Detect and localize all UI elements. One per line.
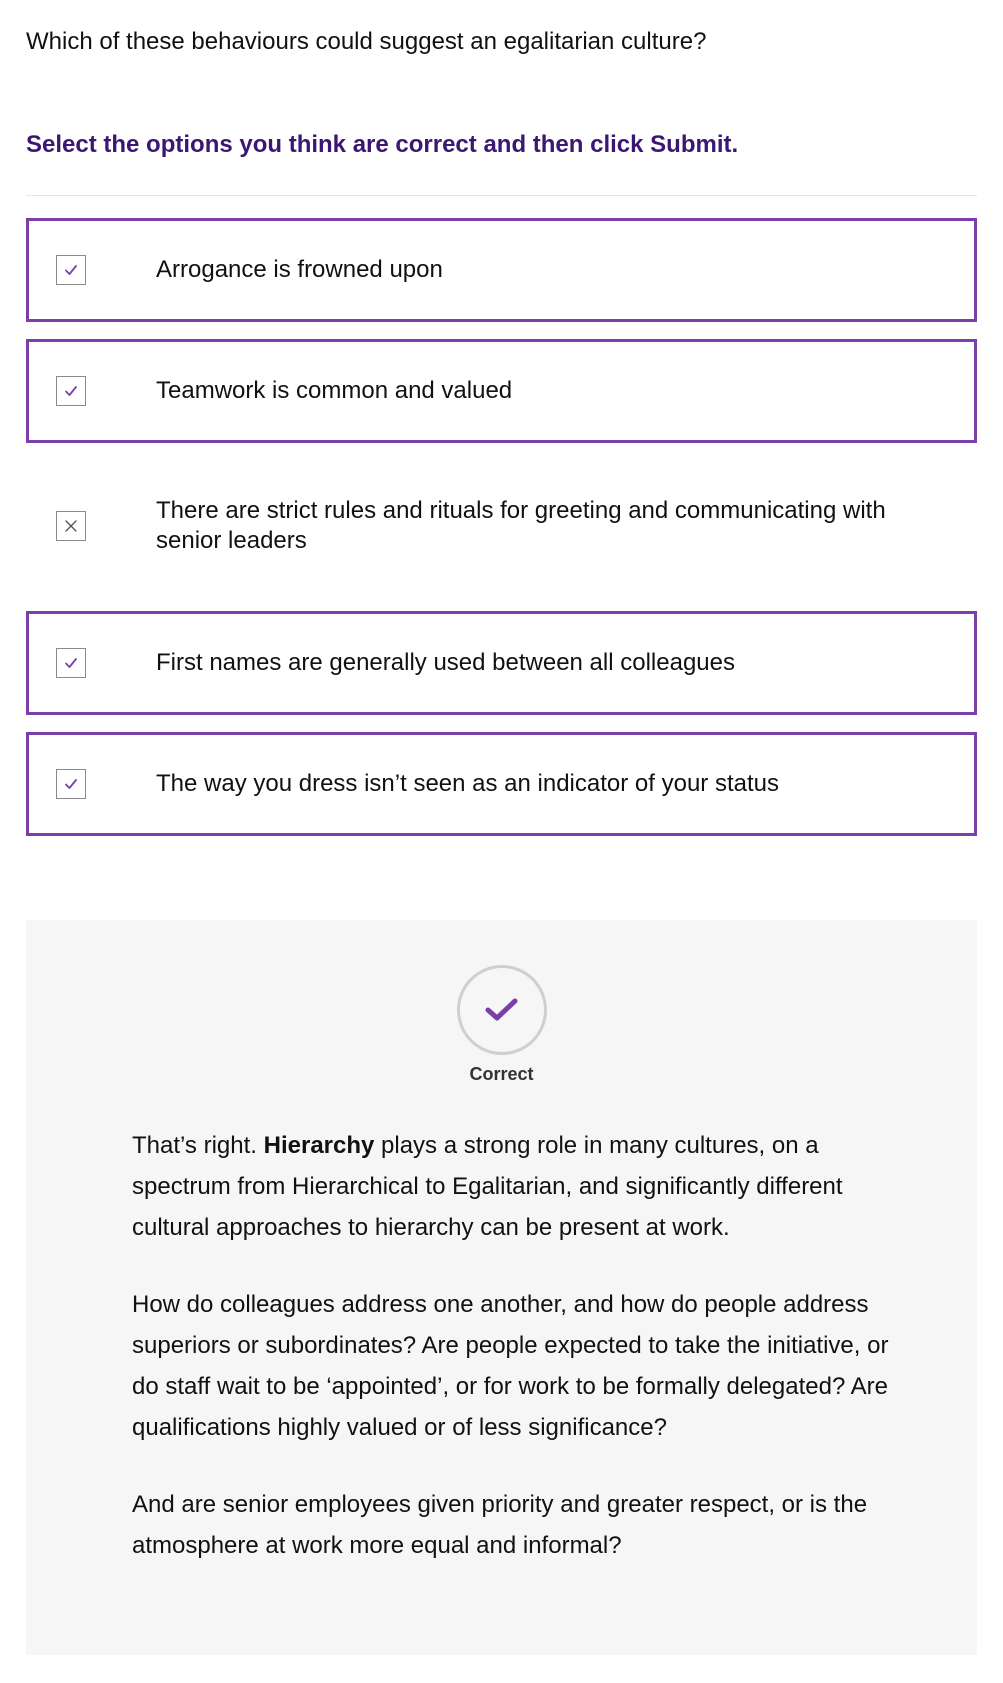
feedback-paragraph-2: How do colleagues address one another, a… — [132, 1291, 889, 1441]
feedback-paragraph-1: That’s right. Hierarchy plays a strong r… — [132, 1132, 843, 1241]
option-label: Arrogance is frowned upon — [156, 256, 443, 283]
checkbox-checked[interactable] — [56, 376, 86, 406]
divider — [26, 195, 977, 196]
checkmark-icon — [65, 779, 77, 789]
checkbox-crossed[interactable] — [56, 511, 86, 541]
correct-check-icon — [485, 998, 518, 1021]
option-label: First names are generally used between a… — [156, 649, 735, 676]
checkbox-checked[interactable] — [56, 648, 86, 678]
option-teamwork[interactable]: Teamwork is common and valued — [26, 339, 977, 443]
result-label: Correct — [469, 1064, 534, 1084]
option-label: Teamwork is common and valued — [156, 377, 513, 404]
checkbox-checked[interactable] — [56, 255, 86, 285]
quiz-page: Which of these behaviours could suggest … — [0, 0, 1003, 1683]
checkmark-icon — [65, 386, 77, 396]
feedback-panel: Correct That’s right. Hierarchy plays a … — [26, 920, 977, 1655]
option-dress[interactable]: The way you dress isn’t seen as an indic… — [26, 732, 977, 836]
feedback-paragraph-3: And are senior employees given priority … — [132, 1491, 868, 1559]
instruction-text: Select the options you think are correct… — [26, 131, 739, 158]
feedback-text: That’s right. Hierarchy plays a strong r… — [132, 1125, 892, 1602]
checkmark-icon — [65, 265, 77, 275]
option-first-names[interactable]: First names are generally used between a… — [26, 611, 977, 715]
option-arrogance[interactable]: Arrogance is frowned upon — [26, 218, 977, 322]
checkmark-icon — [65, 658, 77, 668]
question-text: Which of these behaviours could suggest … — [26, 28, 707, 55]
option-label: There are strict rules and rituals for g… — [156, 497, 886, 554]
hierarchy-term: Hierarchy — [263, 1132, 375, 1159]
option-strict-rules[interactable]: There are strict rules and rituals for g… — [26, 474, 977, 578]
cross-icon — [65, 520, 77, 532]
option-label: The way you dress isn’t seen as an indic… — [156, 770, 779, 797]
checkbox-checked[interactable] — [56, 769, 86, 799]
result-badge — [457, 965, 547, 1055]
